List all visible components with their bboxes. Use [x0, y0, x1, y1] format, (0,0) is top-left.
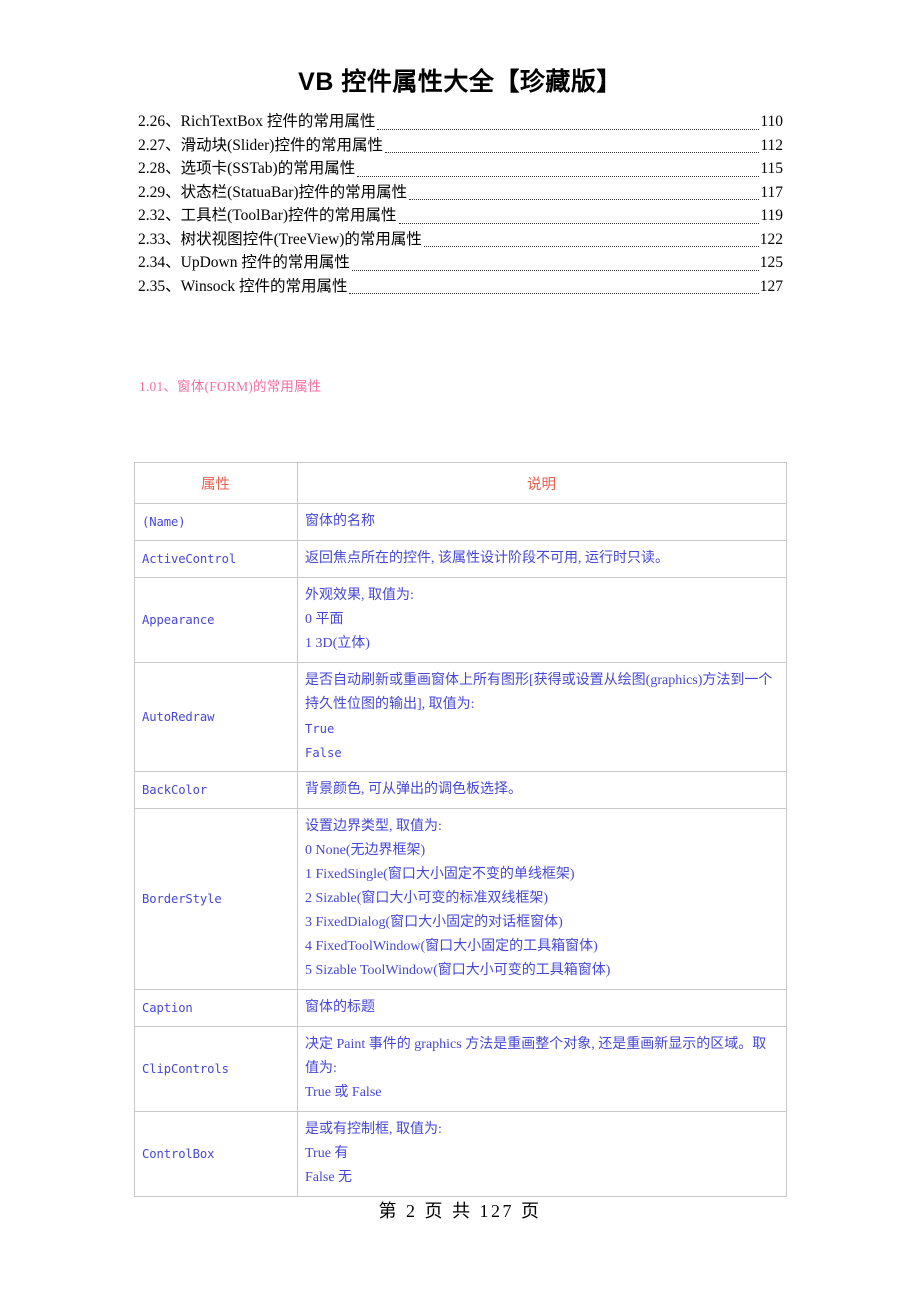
cell-description: 决定 Paint 事件的 graphics 方法是重画整个对象, 还是重画新显示…: [297, 1026, 787, 1112]
description-line: 2 Sizable(窗口大小可变的标准双线框架): [305, 891, 549, 906]
toc-entry-page-number: 122: [759, 230, 783, 248]
description-line: 1 FixedSingle(窗口大小固定不变的单线框架): [305, 867, 575, 882]
toc-entry-page-number: 119: [760, 207, 783, 224]
description-line: 4 FixedToolWindow(窗口大小固定的工具箱窗体): [305, 939, 598, 954]
description-line: 决定 Paint 事件的 graphics 方法是重画整个对象, 还是重画新显示…: [305, 1037, 767, 1076]
table-header-row: 属性 说明: [134, 462, 787, 504]
table-row: ClipControls 决定 Paint 事件的 graphics 方法是重画整…: [134, 1026, 787, 1112]
description-line: 窗体的标题: [305, 1000, 375, 1015]
cell-property-name: Caption: [134, 989, 298, 1027]
toc-entry[interactable]: 2.26、RichTextBox 控件的常用属性 110: [138, 110, 783, 134]
cell-property-name: Appearance: [134, 577, 298, 663]
toc-entry-page-number: 115: [760, 160, 783, 177]
table-of-contents: 2.26、RichTextBox 控件的常用属性 110 2.27、滑动块(Slid…: [138, 110, 783, 298]
description-line: 5 Sizable ToolWindow(窗口大小可变的工具箱窗体): [305, 963, 611, 978]
toc-entry-label: 2.28、选项卡(SSTab)的常用属性: [138, 160, 356, 177]
cell-description: 外观效果, 取值为: 0 平面 1 3D(立体): [297, 577, 787, 663]
table-row: AutoRedraw 是否自动刷新或重画窗体上所有图形[获得或设置从绘图(grap…: [134, 662, 787, 772]
description-line: 0 None(无边界框架): [305, 843, 426, 858]
column-header-property: 属性: [134, 462, 298, 504]
toc-entry[interactable]: 2.34、UpDown 控件的常用属性 125: [138, 251, 783, 275]
toc-entry-label: 2.26、RichTextBox 控件的常用属性: [138, 113, 376, 130]
toc-entry-page-number: 110: [760, 113, 783, 130]
table-header: 属性 说明: [134, 462, 787, 504]
table-row: BackColor 背景颜色, 可从弹出的调色板选择。: [134, 771, 787, 809]
toc-entry-label: 2.35、Winsock 控件的常用属性: [138, 277, 348, 295]
table-row: BorderStyle 设置边界类型, 取值为: 0 None(无边界框架) 1 Fi…: [134, 808, 787, 990]
cell-description: 背景颜色, 可从弹出的调色板选择。: [297, 771, 787, 809]
table-row: ControlBox 是或有控制框, 取值为: True 有 False 无: [134, 1111, 787, 1197]
cell-description: 返回焦点所在的控件, 该属性设计阶段不可用, 运行时只读。: [297, 540, 787, 578]
description-line: 3 FixedDialog(窗口大小固定的对话框窗体): [305, 915, 563, 930]
toc-entry-label: 2.34、UpDown 控件的常用属性: [138, 254, 350, 271]
cell-property-name: ControlBox: [134, 1111, 298, 1197]
toc-leader-dots: [423, 245, 759, 247]
toc-entry-label: 2.33、树状视图控件(TreeView)的常用属性: [138, 230, 422, 248]
description-line: 是或有控制框, 取值为:: [305, 1122, 442, 1137]
toc-entry[interactable]: 2.33、树状视图控件(TreeView)的常用属性 122: [138, 228, 783, 252]
toc-entry-page-number: 127: [759, 277, 783, 295]
description-line: 0 平面: [305, 612, 344, 627]
page-footer: 第 2 页 共 127 页: [378, 1201, 542, 1221]
table-body: (Name) 窗体的名称 ActiveControl 返回焦点所在的控件, 该属性设计…: [134, 503, 787, 1197]
description-line: 外观效果, 取值为:: [305, 588, 414, 603]
toc-entry-label: 2.32、工具栏(ToolBar)控件的常用属性: [138, 207, 397, 224]
section-heading: 1.01、窗体(FORM)的常用属性: [139, 379, 322, 394]
toc-leader-dots: [384, 151, 760, 153]
cell-description: 窗体的标题: [297, 989, 787, 1027]
toc-entry[interactable]: 2.32、工具栏(ToolBar)控件的常用属性 119: [138, 204, 783, 228]
description-line: True 有: [305, 1146, 349, 1161]
table-row: (Name) 窗体的名称: [134, 503, 787, 541]
cell-description: 窗体的名称: [297, 503, 787, 541]
toc-entry[interactable]: 2.35、Winsock 控件的常用属性 127: [138, 275, 783, 299]
table-row: Appearance 外观效果, 取值为: 0 平面 1 3D(立体): [134, 577, 787, 663]
toc-leader-dots: [409, 198, 760, 200]
cell-property-name: AutoRedraw: [134, 662, 298, 772]
description-line: True: [305, 722, 335, 736]
description-line: 1 3D(立体): [305, 636, 370, 651]
toc-entry-label: 2.29、状态栏(StatuaBar)控件的常用属性: [138, 183, 408, 201]
table-row: Caption 窗体的标题: [134, 989, 787, 1027]
cell-property-name: ActiveControl: [134, 540, 298, 578]
page-title: VB 控件属性大全【珍藏版】: [298, 68, 622, 96]
description-line: False: [305, 746, 342, 760]
toc-leader-dots: [349, 292, 759, 294]
description-line: 设置边界类型, 取值为:: [305, 819, 442, 834]
toc-leader-dots: [377, 128, 760, 130]
cell-description: 是否自动刷新或重画窗体上所有图形[获得或设置从绘图(graphics)方法到一个…: [297, 662, 787, 772]
cell-description: 是或有控制框, 取值为: True 有 False 无: [297, 1111, 787, 1197]
cell-property-name: ClipControls: [134, 1026, 298, 1112]
cell-property-name: BorderStyle: [134, 808, 298, 990]
toc-entry[interactable]: 2.27、滑动块(Slider)控件的常用属性 112: [138, 134, 783, 158]
toc-entry[interactable]: 2.29、状态栏(StatuaBar)控件的常用属性 117: [138, 181, 783, 205]
cell-property-name: BackColor: [134, 771, 298, 809]
properties-table: 属性 说明 (Name) 窗体的名称 ActiveControl 返回焦点所在的控件,…: [134, 462, 787, 1197]
toc-entry-page-number: 125: [759, 254, 783, 271]
description-line: 返回焦点所在的控件, 该属性设计阶段不可用, 运行时只读。: [305, 551, 669, 566]
table-row: ActiveControl 返回焦点所在的控件, 该属性设计阶段不可用, 运行时只…: [134, 540, 787, 578]
document-page: VB 控件属性大全【珍藏版】 2.26、RichTextBox 控件的常用属性 1…: [0, 0, 920, 1302]
toc-entry-page-number: 117: [760, 183, 783, 201]
description-line: False 无: [305, 1170, 353, 1185]
toc-leader-dots: [357, 175, 760, 177]
description-line: True 或 False: [305, 1085, 382, 1100]
toc-entry[interactable]: 2.28、选项卡(SSTab)的常用属性 115: [138, 157, 783, 181]
column-header-description: 说明: [297, 462, 787, 504]
toc-entry-label: 2.27、滑动块(Slider)控件的常用属性: [138, 136, 383, 154]
toc-leader-dots: [398, 222, 760, 224]
cell-property-name: (Name): [134, 503, 298, 541]
toc-leader-dots: [351, 269, 759, 271]
description-line: 背景颜色, 可从弹出的调色板选择。: [305, 782, 522, 797]
description-line: 是否自动刷新或重画窗体上所有图形[获得或设置从绘图(graphics)方法到一个…: [305, 673, 773, 712]
description-line: 窗体的名称: [305, 514, 375, 529]
toc-entry-page-number: 112: [760, 136, 783, 154]
cell-description: 设置边界类型, 取值为: 0 None(无边界框架) 1 FixedSingle(窗…: [297, 808, 787, 990]
